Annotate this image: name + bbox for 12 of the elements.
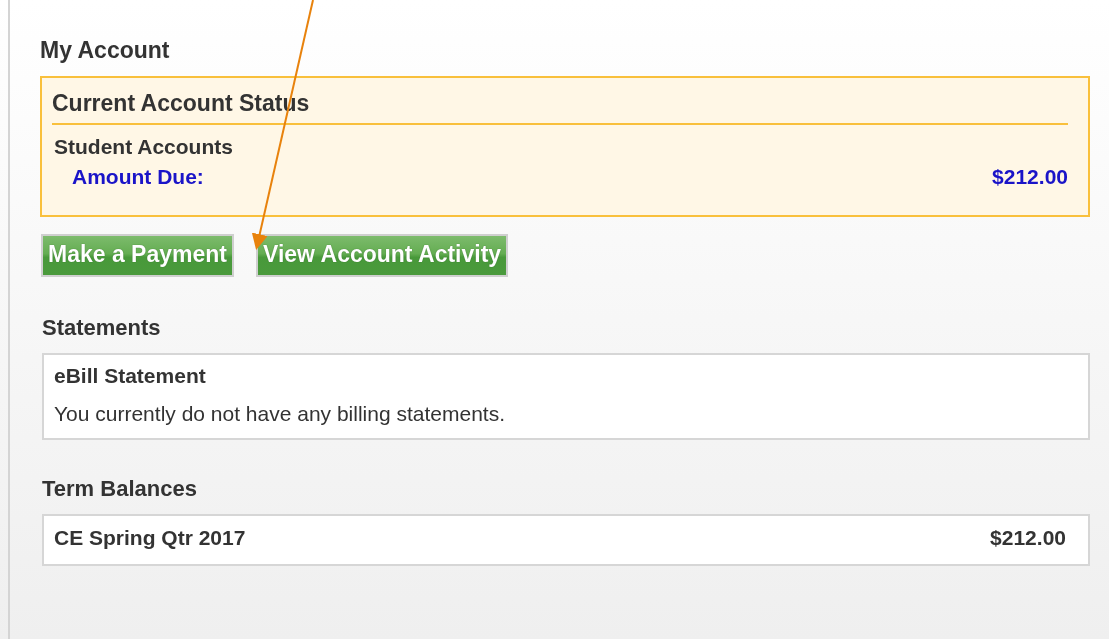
action-button[interactable]: View Account Activity [256, 234, 509, 277]
page-heading: My Account [40, 37, 171, 64]
empty-message: You currently do not have any billing statements. [54, 402, 506, 426]
card-title: eBill Statement [54, 364, 207, 388]
amount-due-label: Amount Due: [72, 165, 204, 189]
section-heading: Statements [42, 315, 162, 341]
term-name: CE Spring Qtr 2017 [54, 526, 246, 550]
action-button[interactable]: Make a Payment [41, 234, 234, 277]
section-label: Student Accounts [54, 135, 234, 159]
section-heading: Term Balances [42, 476, 198, 502]
amount-due-value: $212.00 [992, 165, 1068, 189]
term-amount: $212.00 [990, 526, 1066, 550]
